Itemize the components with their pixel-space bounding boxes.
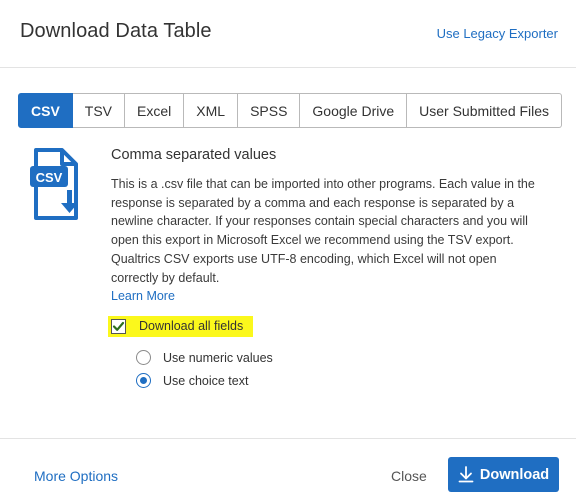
radio-label-choice-text: Use choice text [163, 373, 249, 388]
csv-icon-label: CSV [36, 170, 63, 185]
dialog-footer: More Options Close Download [0, 438, 576, 500]
radio-button-selected[interactable] [136, 373, 151, 388]
close-button[interactable]: Close [391, 468, 427, 484]
radio-use-numeric-values[interactable]: Use numeric values [136, 350, 273, 365]
format-description: This is a .csv file that can be imported… [111, 177, 535, 285]
format-title: Comma separated values [111, 147, 277, 163]
tab-spss[interactable]: SPSS [238, 93, 301, 128]
download-icon [458, 466, 474, 483]
download-button-label: Download [479, 466, 550, 483]
dialog-header: Download Data Table Use Legacy Exporter [0, 0, 576, 68]
radio-use-choice-text[interactable]: Use choice text [136, 373, 248, 388]
radio-button[interactable] [136, 350, 151, 365]
download-all-fields-label[interactable]: Download all fields [139, 319, 243, 333]
format-tabs: CSV TSV Excel XML SPSS Google Drive User… [18, 93, 563, 128]
tab-xml[interactable]: XML [184, 93, 239, 128]
tab-csv[interactable]: CSV [18, 93, 73, 128]
more-options-link[interactable]: More Options [34, 468, 118, 484]
learn-more-link[interactable]: Learn More [111, 289, 175, 303]
download-button[interactable]: Download [448, 457, 559, 492]
tab-google-drive[interactable]: Google Drive [300, 93, 408, 128]
dialog-title: Download Data Table [20, 20, 212, 42]
use-legacy-exporter-link[interactable]: Use Legacy Exporter [437, 26, 558, 41]
tab-excel[interactable]: Excel [125, 93, 185, 128]
download-all-fields-checkbox[interactable] [111, 319, 126, 334]
format-details: Comma separated values This is a .csv fi… [111, 147, 541, 305]
download-data-table-dialog: Download Data Table Use Legacy Exporter … [0, 0, 576, 500]
tab-user-submitted-files[interactable]: User Submitted Files [407, 93, 563, 128]
radio-label-numeric: Use numeric values [163, 350, 273, 365]
checkmark-icon [112, 321, 125, 331]
csv-file-download-icon: CSV [28, 148, 84, 220]
tab-tsv[interactable]: TSV [72, 93, 126, 128]
